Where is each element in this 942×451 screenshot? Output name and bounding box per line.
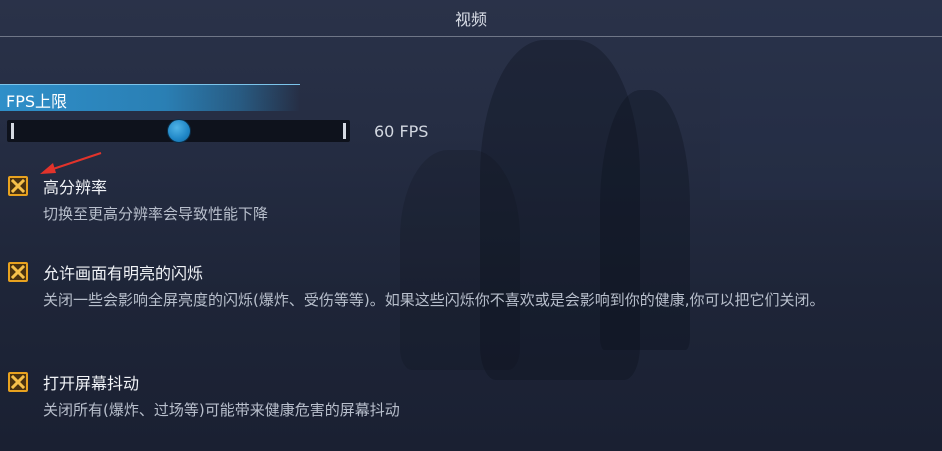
option-label: 打开屏幕抖动 xyxy=(43,374,140,393)
option-label: 允许画面有明亮的闪烁 xyxy=(43,264,204,283)
high-resolution-checkbox[interactable] xyxy=(8,176,28,196)
option-description: 关闭一些会影响全屏亮度的闪烁(爆炸、受伤等等)。如果这些闪烁你不喜欢或是会影响到… xyxy=(43,291,825,309)
slider-max-marker xyxy=(343,123,346,139)
screen-shake-checkbox[interactable] xyxy=(8,372,28,392)
page-title: 视频 xyxy=(454,10,487,29)
title-bar: 视频 xyxy=(0,0,942,37)
option-description: 切换至更高分辨率会导致性能下降 xyxy=(43,205,269,223)
x-mark-icon xyxy=(11,375,25,389)
bright-flashes-checkbox[interactable] xyxy=(8,262,28,282)
x-mark-icon xyxy=(11,179,25,193)
slider-thumb[interactable] xyxy=(166,119,191,143)
fps-limit-slider[interactable] xyxy=(7,119,350,143)
slider-min-marker xyxy=(11,123,14,139)
option-description: 关闭所有(爆炸、过场等)可能带来健康危害的屏幕抖动 xyxy=(43,401,400,419)
option-label: 高分辨率 xyxy=(43,178,108,197)
fps-limit-label: FPS上限 xyxy=(6,92,68,111)
fps-limit-header: FPS上限 xyxy=(0,84,300,111)
fps-value-text: 60 FPS xyxy=(374,122,429,141)
x-mark-icon xyxy=(11,265,25,279)
